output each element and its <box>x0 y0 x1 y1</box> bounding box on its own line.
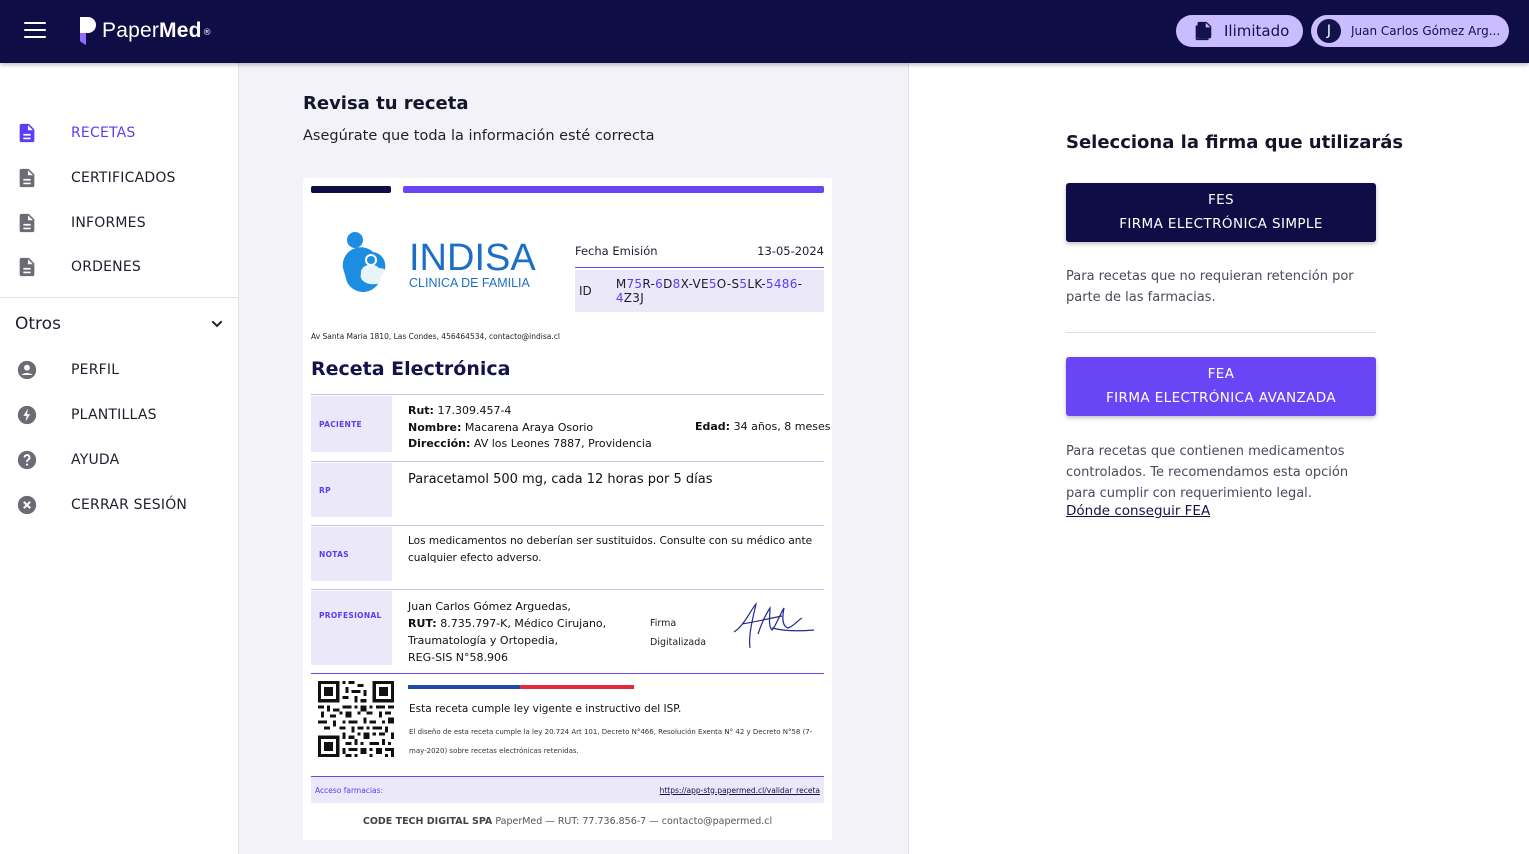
chevron-down-icon <box>211 320 223 328</box>
patient-age: Edad: 34 años, 8 meses <box>695 420 831 433</box>
bolt-icon <box>17 405 37 425</box>
id-value: M75R-6D8X-VE5O-S5LK-5486-4Z3J <box>615 277 803 305</box>
sidebar-section-otros-toggle[interactable]: Otros <box>15 311 225 337</box>
sidebar-item-plantillas[interactable]: PLANTILLAS <box>0 395 238 435</box>
section-divider <box>311 589 824 590</box>
sidebar: RECETAS CERTIFICADOS INFORMES ORDENES Ot… <box>0 63 239 854</box>
qr-code-icon <box>318 681 394 757</box>
avatar: J <box>1317 19 1341 43</box>
sidebar-item-label: CERRAR SESIÓN <box>71 497 188 513</box>
rp-text: Paracetamol 500 mg, cada 12 horas por 5 … <box>408 472 713 487</box>
signature-options-divider <box>1066 332 1376 333</box>
user-menu-button[interactable]: J Juan Carlos Gómez Arg... <box>1311 15 1509 47</box>
pharmacy-access-label: Acceso farmacias: <box>315 785 384 795</box>
brand-name: PaperMed <box>102 19 202 42</box>
professional-info: Juan Carlos Gómez Arguedas, RUT: 8.735.7… <box>408 600 607 664</box>
issue-date-label: Fecha Emisión <box>575 243 658 258</box>
fes-name: FIRMA ELECTRÓNICA SIMPLE <box>1119 216 1323 232</box>
sidebar-item-label: RECETAS <box>71 125 136 141</box>
notes-section-label: NOTAS <box>311 527 392 581</box>
sidebar-item-perfil[interactable]: PERFIL <box>0 350 238 390</box>
sidebar-item-certificados[interactable]: CERTIFICADOS <box>0 158 238 198</box>
sidebar-item-label: PERFIL <box>71 362 120 378</box>
fea-signature-button[interactable]: FEA FIRMA ELECTRÓNICA AVANZADA <box>1066 357 1376 416</box>
prescription-document: INDISA CLINICA DE FAMILIA Fecha Emisión … <box>303 178 832 840</box>
fea-name: FIRMA ELECTRÓNICA AVANZADA <box>1106 390 1336 406</box>
fes-code: FES <box>1207 192 1235 208</box>
account-circle-icon <box>17 360 37 380</box>
notes-text: Los medicamentos no deberían ser sustitu… <box>408 535 813 564</box>
issue-date-value: 13-05-2024 <box>757 243 824 258</box>
clinic-address: Av Santa Maria 1810, Las Condes, 4564645… <box>311 332 560 341</box>
plan-badge-button[interactable]: Ilimitado <box>1176 15 1303 47</box>
sidebar-item-informes[interactable]: INFORMES <box>0 203 238 243</box>
legal-text: El diseño de esta receta cumple la ley 2… <box>409 728 813 755</box>
document-icon <box>19 213 35 233</box>
document-icon <box>19 123 35 143</box>
handwritten-signature <box>733 602 815 649</box>
id-label: ID <box>579 284 592 298</box>
signature-label: Firma Digitalizada <box>650 618 707 648</box>
page-subtitle: Asegúrate que toda la información esté c… <box>303 128 655 144</box>
brand-registered-mark: ® <box>202 28 212 38</box>
fes-signature-button[interactable]: FES FIRMA ELECTRÓNICA SIMPLE <box>1066 183 1376 242</box>
section-divider <box>311 461 824 462</box>
patient-section-label: PACIENTE <box>311 396 392 452</box>
section-divider <box>311 394 824 395</box>
prescription-title: Receta Electrónica <box>311 358 511 380</box>
sidebar-item-label: INFORMES <box>71 215 146 231</box>
issue-date-row: Fecha Emisión 13-05-2024 <box>575 238 824 268</box>
fea-code: FEA <box>1207 366 1235 382</box>
document-footer: CODE TECH DIGITAL SPA PaperMed — RUT: 77… <box>362 816 773 827</box>
cancel-circle-icon <box>17 495 37 515</box>
sidebar-item-label: PLANTILLAS <box>71 407 157 423</box>
isp-compliance-text: Esta receta cumple ley vigente e instruc… <box>409 703 682 715</box>
clinic-name: INDISA <box>409 237 536 279</box>
sidebar-item-label: CERTIFICADOS <box>71 170 176 186</box>
sidebar-item-ayuda[interactable]: AYUDA <box>0 440 238 480</box>
page-title: Revisa tu receta <box>303 93 469 114</box>
prescription-review-panel: Revisa tu receta Asegúrate que toda la i… <box>239 63 909 854</box>
sidebar-item-label: ORDENES <box>71 259 141 275</box>
chile-flag-bar <box>408 685 634 689</box>
sidebar-item-label: AYUDA <box>71 452 120 468</box>
document-icon <box>19 168 35 188</box>
pharmacy-validation-link[interactable]: https://app-stg.papermed.cl/validar_rece… <box>660 786 820 795</box>
clinic-logo: INDISA CLINICA DE FAMILIA <box>342 232 536 292</box>
rp-section-label: RP <box>311 463 392 517</box>
signature-selection-panel: Selecciona la firma que utilizarás FES F… <box>910 63 1529 854</box>
pharmacy-access-bar: Acceso farmacias: https://app-stg.paperm… <box>311 776 824 803</box>
sidebar-divider <box>0 297 238 298</box>
sidebar-item-ordenes[interactable]: ORDENES <box>0 247 238 287</box>
clinic-tagline: CLINICA DE FAMILIA <box>409 276 531 290</box>
section-divider <box>311 673 824 674</box>
get-fea-link[interactable]: Dónde conseguir FEA <box>1066 503 1210 519</box>
plan-label: Ilimitado <box>1224 22 1290 40</box>
sidebar-item-recetas[interactable]: RECETAS <box>0 113 238 153</box>
documents-icon <box>1195 21 1212 41</box>
top-app-bar: PaperMed ® Ilimitado J Juan Carlos Gómez… <box>0 0 1529 63</box>
user-name: Juan Carlos Gómez Arg... <box>1351 24 1501 38</box>
signature-panel-title: Selecciona la firma que utilizarás <box>1066 132 1404 153</box>
patient-info: Rut: 17.309.457-4 Nombre: Macarena Araya… <box>408 404 652 450</box>
professional-section-label: PROFESIONAL <box>311 591 392 665</box>
fes-description: Para recetas que no requieran retención … <box>1066 269 1354 305</box>
fea-description: Para recetas que contienen medicamentos … <box>1066 444 1349 501</box>
hamburger-menu-icon[interactable] <box>24 22 46 40</box>
papermed-logo-icon <box>80 17 96 45</box>
doc-header-bar-accent <box>403 186 824 193</box>
sidebar-section-title: Otros <box>15 314 61 334</box>
papermed-logo[interactable]: PaperMed ® <box>78 14 212 48</box>
help-circle-icon <box>17 450 37 470</box>
prescription-id-box: ID M75R-6D8X-VE5O-S5LK-5486-4Z3J <box>575 270 824 312</box>
document-icon <box>19 257 35 277</box>
sidebar-item-cerrar-sesion[interactable]: CERRAR SESIÓN <box>0 485 238 525</box>
doc-header-bar-dark <box>311 186 391 193</box>
section-divider <box>311 525 824 526</box>
